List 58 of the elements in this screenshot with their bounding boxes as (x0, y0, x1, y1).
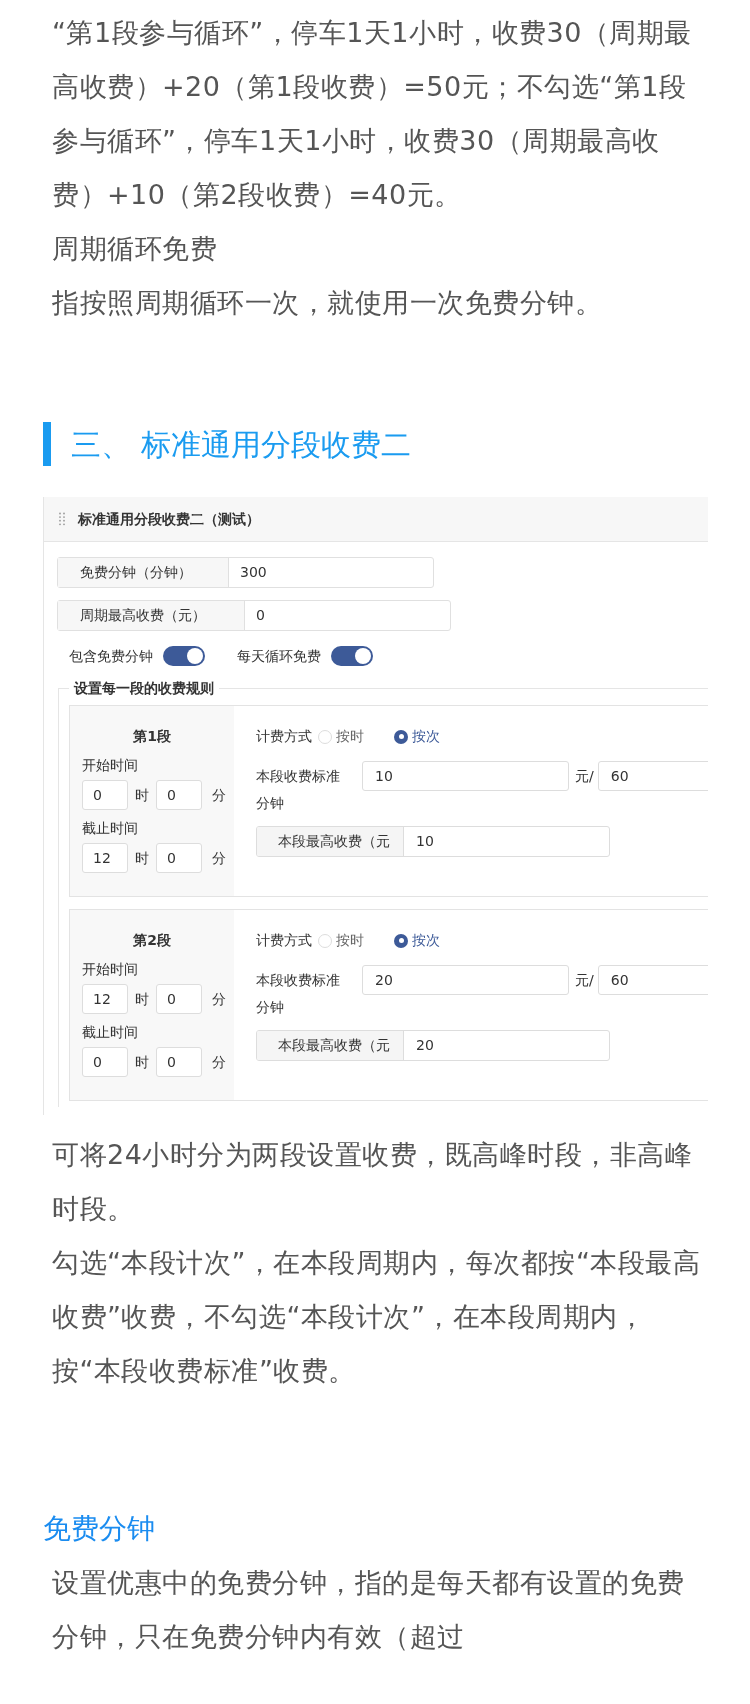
labeled-field[interactable]: 免费分钟（分钟） 300 (57, 557, 434, 588)
toggle-switch[interactable] (331, 646, 373, 666)
toggle-label: 包含免费分钟 (69, 646, 153, 666)
number-field[interactable]: 0 (82, 1047, 128, 1077)
fee-field[interactable]: 10 (362, 761, 569, 791)
radio-option[interactable]: 按次 (394, 930, 440, 951)
article-paragraph: 指按照周期循环一次，就使用一次免费分钟。 (51, 286, 603, 320)
article-paragraph: 周期循环免费 (51, 232, 218, 266)
number-field[interactable]: 0 (156, 1047, 202, 1077)
number-field[interactable]: 0 (156, 984, 202, 1014)
radio-option[interactable]: 按时 (318, 726, 364, 747)
panel-title: 标准通用分段收费二（测试） (78, 509, 260, 529)
fee-field[interactable]: 20 (362, 965, 569, 995)
heading-bar (43, 422, 51, 466)
unit-label: 分 (212, 1052, 226, 1072)
unit-label: 元/ (575, 970, 594, 990)
field-label: 截止时间 (82, 1023, 139, 1042)
toggle-label: 每天循环免费 (237, 646, 321, 666)
max-fee-field[interactable]: 本段最高收费（元 10 (256, 826, 610, 857)
number-field[interactable]: 12 (82, 843, 128, 873)
number-field[interactable]: 12 (82, 984, 128, 1014)
article-paragraph: 设置优惠中的免费分钟，指的是每天都有设置的免费分钟，只在免费分钟内有效（超过 (51, 1566, 686, 1654)
article-paragraph: 可将24小时分为两段设置收费，既高峰时段，非高峰时段。 (51, 1138, 694, 1226)
subheading: 免费分钟 (43, 1511, 156, 1547)
unit-label: 时 (135, 989, 149, 1009)
unit-label: 分钟 (256, 998, 285, 1017)
fieldset-legend: 设置每一段的收费规则 (69, 679, 219, 697)
unit-label: 时 (135, 848, 149, 868)
unit-label: 时 (135, 1052, 149, 1072)
drag-handle-icon[interactable] (59, 512, 65, 526)
field-label: 开始时间 (82, 960, 139, 979)
unit-label: 分钟 (256, 794, 285, 813)
field-label: 截止时间 (82, 819, 139, 838)
max-fee-field[interactable]: 本段最高收费（元 20 (256, 1030, 610, 1061)
minutes-field[interactable]: 60 (597, 761, 708, 791)
article-paragraph: “第1段参与循环”，停车1天1小时，收费30（周期最高收费）+20（第1段收费）=50元；不勾选“第1段参与循环”，停车1天1小时，收费30（周期最高收费）+10（第2段收费）=40元。 (51, 16, 693, 212)
section-heading: 三、 标准通用分段收费二 (71, 425, 411, 464)
segment-title: 第2段 (133, 931, 172, 950)
number-field[interactable]: 0 (156, 780, 202, 810)
field-label: 本段收费标准 (256, 970, 341, 990)
labeled-field[interactable]: 周期最高收费（元） 0 (57, 600, 451, 631)
number-field[interactable]: 0 (82, 780, 128, 810)
minutes-field[interactable]: 60 (597, 965, 708, 995)
toggle-switch[interactable] (163, 646, 205, 666)
number-field[interactable]: 0 (156, 843, 202, 873)
article-paragraph: 勾选“本段计次”，在本段周期内，每次都按“本段最高收费”收费，不勾选“本段计次”，在本段周期内，按“本段收费标准”收费。 (51, 1246, 702, 1388)
unit-label: 分 (212, 848, 226, 868)
unit-label: 分 (212, 989, 226, 1009)
radio-option[interactable]: 按时 (318, 930, 364, 951)
segment-title: 第1段 (133, 727, 172, 746)
radio-option[interactable]: 按次 (394, 726, 440, 747)
field-label: 开始时间 (82, 756, 139, 775)
unit-label: 分 (212, 785, 226, 805)
field-label: 本段收费标准 (256, 766, 341, 786)
unit-label: 时 (135, 785, 149, 805)
unit-label: 元/ (575, 766, 594, 786)
field-label: 计费方式 (256, 727, 312, 746)
field-label: 计费方式 (256, 931, 312, 950)
